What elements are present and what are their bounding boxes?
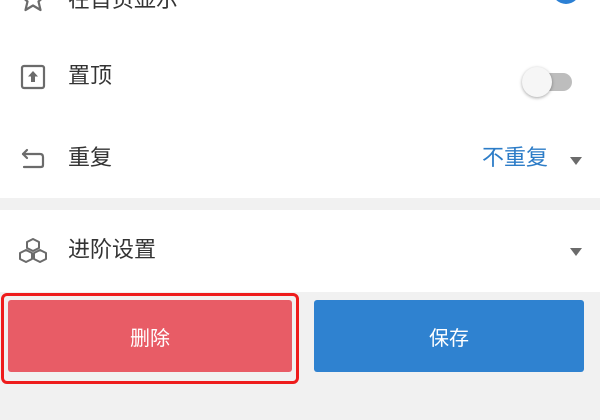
pin-top-icon [18, 62, 48, 92]
advanced-settings-row[interactable]: 进阶设置 [0, 232, 600, 272]
delete-button[interactable]: 删除 [8, 300, 292, 372]
repeat-label: 重复 [68, 146, 113, 171]
repeat-row[interactable]: 重复 不重复 [0, 138, 600, 178]
toggle-knob [522, 67, 552, 97]
show-on-home-row[interactable]: 在首页显示 [0, 0, 600, 22]
show-on-home-label: 在首页显示 [68, 0, 179, 13]
chevron-down-icon[interactable] [570, 157, 582, 165]
chevron-down-icon[interactable] [570, 248, 582, 256]
star-icon [18, 0, 48, 14]
pin-top-label: 置顶 [68, 64, 113, 89]
advanced-settings-label: 进阶设置 [68, 238, 157, 263]
pin-top-row[interactable]: 置顶 [0, 58, 600, 98]
cubes-icon [18, 236, 48, 266]
pin-top-toggle[interactable] [522, 66, 572, 97]
save-button[interactable]: 保存 [314, 300, 584, 372]
show-on-home-toggle[interactable] [528, 0, 580, 4]
toggle-knob [552, 0, 580, 4]
repeat-value[interactable]: 不重复 [482, 144, 548, 174]
repeat-icon [18, 143, 48, 173]
